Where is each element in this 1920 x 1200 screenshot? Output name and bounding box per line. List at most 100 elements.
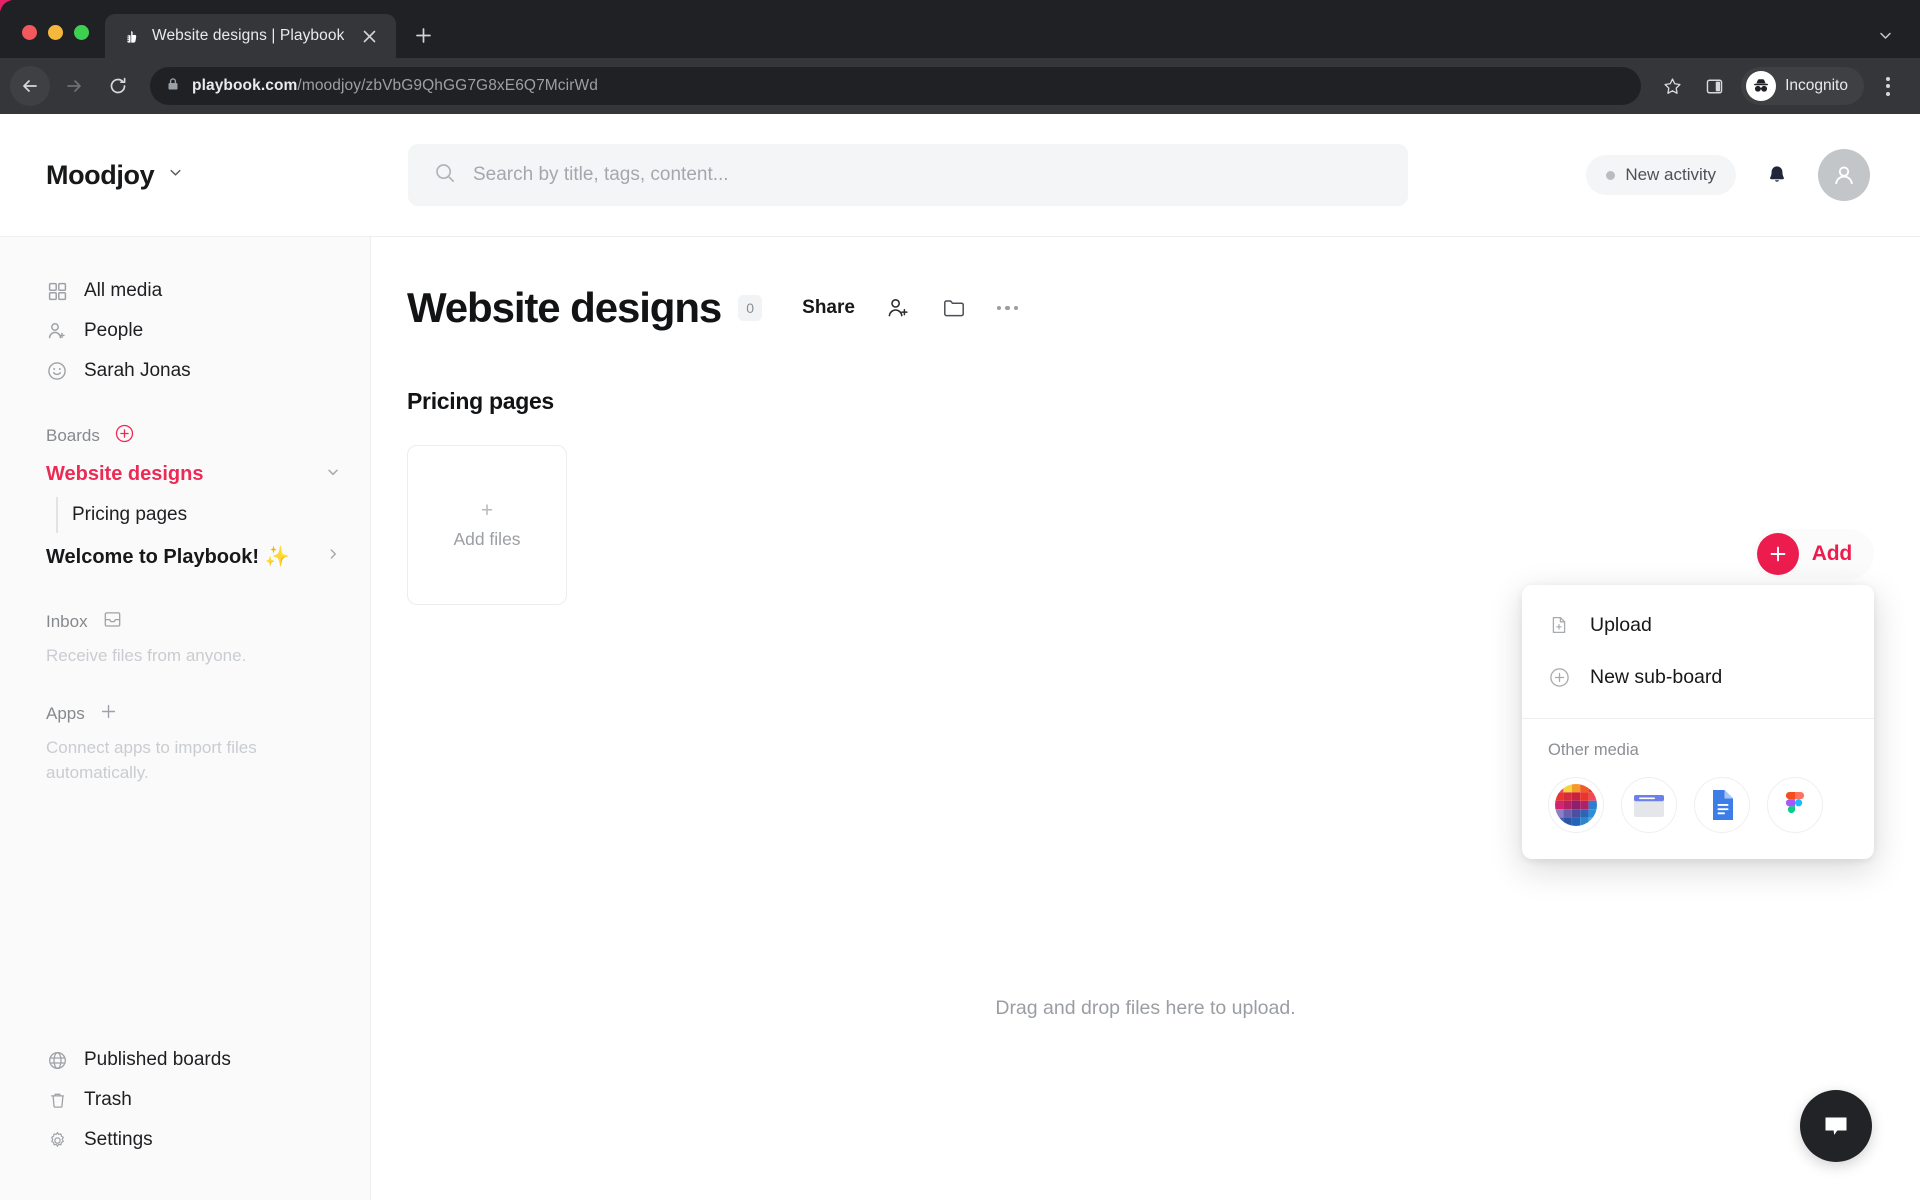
page-title: Website designs — [407, 284, 722, 331]
sidebar: All media People Sarah Jonas Boards Webs… — [0, 237, 371, 1200]
url-path: /moodjoy/zbVbG9QhGG7G8xE6Q7McirWd — [297, 77, 598, 94]
sidebar-item-label: Trash — [84, 1089, 132, 1110]
incognito-indicator[interactable]: Incognito — [1741, 67, 1864, 105]
plus-circle-icon[interactable] — [115, 424, 134, 448]
google-docs-icon[interactable] — [1694, 777, 1750, 833]
menu-item-upload[interactable]: Upload — [1522, 599, 1874, 651]
sidebar-board-welcome-to-playbook[interactable]: Welcome to Playbook! ✨ — [0, 535, 370, 577]
person-add-icon — [46, 320, 68, 342]
address-bar-url: playbook.com/moodjoy/zbVbG9QhGG7G8xE6Q7M… — [192, 77, 598, 95]
bell-icon[interactable] — [1762, 160, 1792, 190]
activity-status-dot — [1606, 170, 1616, 180]
avatar[interactable] — [1818, 149, 1870, 201]
person-add-icon[interactable] — [885, 295, 911, 321]
item-count-badge: 0 — [738, 295, 763, 321]
sidebar-item-label: Settings — [84, 1129, 153, 1150]
inbox-hint: Receive files from anyone. — [46, 646, 247, 665]
sidebar-bottom: Published boards Trash Settings — [0, 1040, 370, 1200]
search-placeholder: Search by title, tags, content... — [473, 164, 729, 185]
apps-hint: Connect apps to import files automatical… — [46, 737, 257, 783]
boards-section-label: Boards — [46, 426, 100, 445]
add-menu-dropdown: Upload New sub-board Other media — [1522, 585, 1874, 859]
workspace-name: Moodjoy — [46, 159, 155, 190]
side-panel-icon[interactable] — [1695, 67, 1733, 105]
reload-icon[interactable] — [98, 66, 138, 106]
more-horizontal-icon[interactable] — [996, 305, 1019, 311]
new-activity-label: New activity — [1625, 165, 1716, 184]
sidebar-board-website-designs[interactable]: Website designs — [0, 453, 370, 495]
app-body: All media People Sarah Jonas Boards Webs… — [0, 237, 1920, 1200]
sidebar-item-published-boards[interactable]: Published boards — [0, 1040, 370, 1080]
media-grid: + Add files — [371, 415, 1920, 605]
chevron-down-icon[interactable] — [168, 165, 183, 185]
chevron-right-icon[interactable] — [326, 547, 340, 565]
sidebar-item-label: Published boards — [84, 1049, 231, 1070]
menu-item-new-sub-board[interactable]: New sub-board — [1522, 651, 1874, 703]
sidebar-item-label: Sarah Jonas — [84, 360, 191, 381]
new-activity-button[interactable]: New activity — [1586, 155, 1736, 195]
trash-icon — [46, 1089, 68, 1111]
playbook-app: Moodjoy Search by title, tags, content..… — [0, 114, 1920, 1200]
search-icon — [434, 162, 456, 189]
incognito-icon — [1746, 71, 1777, 101]
arrow-left-icon[interactable] — [10, 66, 50, 106]
sidebar-item-trash[interactable]: Trash — [0, 1080, 370, 1120]
browser-toolbar: playbook.com/moodjoy/zbVbG9QhGG7G8xE6Q7M… — [0, 58, 1920, 114]
plus-icon: + — [480, 499, 494, 522]
folder-icon[interactable] — [941, 295, 967, 321]
sidebar-section-inbox[interactable]: Inbox — [0, 605, 370, 639]
arrow-right-icon[interactable] — [54, 66, 94, 106]
sidebar-item-all-media[interactable]: All media — [0, 271, 370, 311]
figma-icon[interactable] — [1767, 777, 1823, 833]
address-bar[interactable]: playbook.com/moodjoy/zbVbG9QhGG7G8xE6Q7M… — [150, 67, 1642, 105]
color-palette-icon[interactable] — [1548, 777, 1604, 833]
gear-icon — [46, 1129, 68, 1151]
plus-circle-icon — [1548, 666, 1570, 688]
board-label: Website designs — [46, 462, 204, 485]
browser-tab-strip: Website designs | Playbook — [0, 0, 1920, 58]
chat-bubble-icon[interactable] — [1800, 1090, 1872, 1162]
sidebar-item-sarah-jonas[interactable]: Sarah Jonas — [0, 351, 370, 391]
other-media-label: Other media — [1548, 741, 1639, 759]
add-button-label: Add — [1811, 542, 1852, 565]
header-actions: New activity — [1586, 149, 1920, 201]
playbook-thumb-icon — [123, 28, 140, 45]
plus-icon[interactable] — [100, 703, 117, 725]
workspace-switcher[interactable]: Moodjoy — [0, 160, 360, 191]
inbox-label: Inbox — [46, 612, 88, 631]
add-files-card[interactable]: + Add files — [407, 445, 567, 605]
maximize-window-button[interactable] — [74, 25, 89, 40]
sidebar-item-settings[interactable]: Settings — [0, 1120, 370, 1160]
sidebar-section-apps[interactable]: Apps — [0, 697, 370, 731]
plus-icon — [1756, 533, 1799, 575]
sidebar-item-people[interactable]: People — [0, 311, 370, 351]
add-button[interactable]: Add — [1752, 529, 1874, 579]
share-button[interactable]: Share — [802, 297, 855, 319]
web-page-icon[interactable] — [1621, 777, 1677, 833]
close-window-button[interactable] — [22, 25, 37, 40]
star-icon[interactable] — [1653, 67, 1691, 105]
other-media-row — [1522, 760, 1874, 859]
new-tab-button[interactable] — [406, 18, 440, 52]
browser-window: Website designs | Playbook playbook.com/… — [0, 0, 1920, 1200]
menu-item-label: Upload — [1590, 613, 1652, 636]
search-area: Search by title, tags, content... — [360, 144, 1586, 206]
board-label: Welcome to Playbook! ✨ — [46, 545, 290, 568]
search-input[interactable]: Search by title, tags, content... — [408, 144, 1408, 206]
close-icon[interactable] — [356, 23, 382, 49]
browser-tab[interactable]: Website designs | Playbook — [105, 14, 397, 58]
grid-icon — [46, 280, 68, 302]
add-files-label: Add files — [453, 529, 521, 549]
kebab-menu-icon[interactable] — [1870, 68, 1906, 104]
chevron-down-icon[interactable] — [326, 465, 340, 483]
sidebar-subboard-pricing-pages[interactable]: Pricing pages — [0, 495, 370, 535]
minimize-window-button[interactable] — [48, 25, 63, 40]
inbox-icon[interactable] — [103, 610, 122, 634]
browser-tab-title: Website designs | Playbook — [152, 27, 345, 44]
dropzone-hint: Drag and drop files here to upload. — [995, 997, 1296, 1019]
file-upload-icon — [1548, 614, 1570, 636]
chevron-down-icon[interactable] — [1866, 16, 1904, 54]
